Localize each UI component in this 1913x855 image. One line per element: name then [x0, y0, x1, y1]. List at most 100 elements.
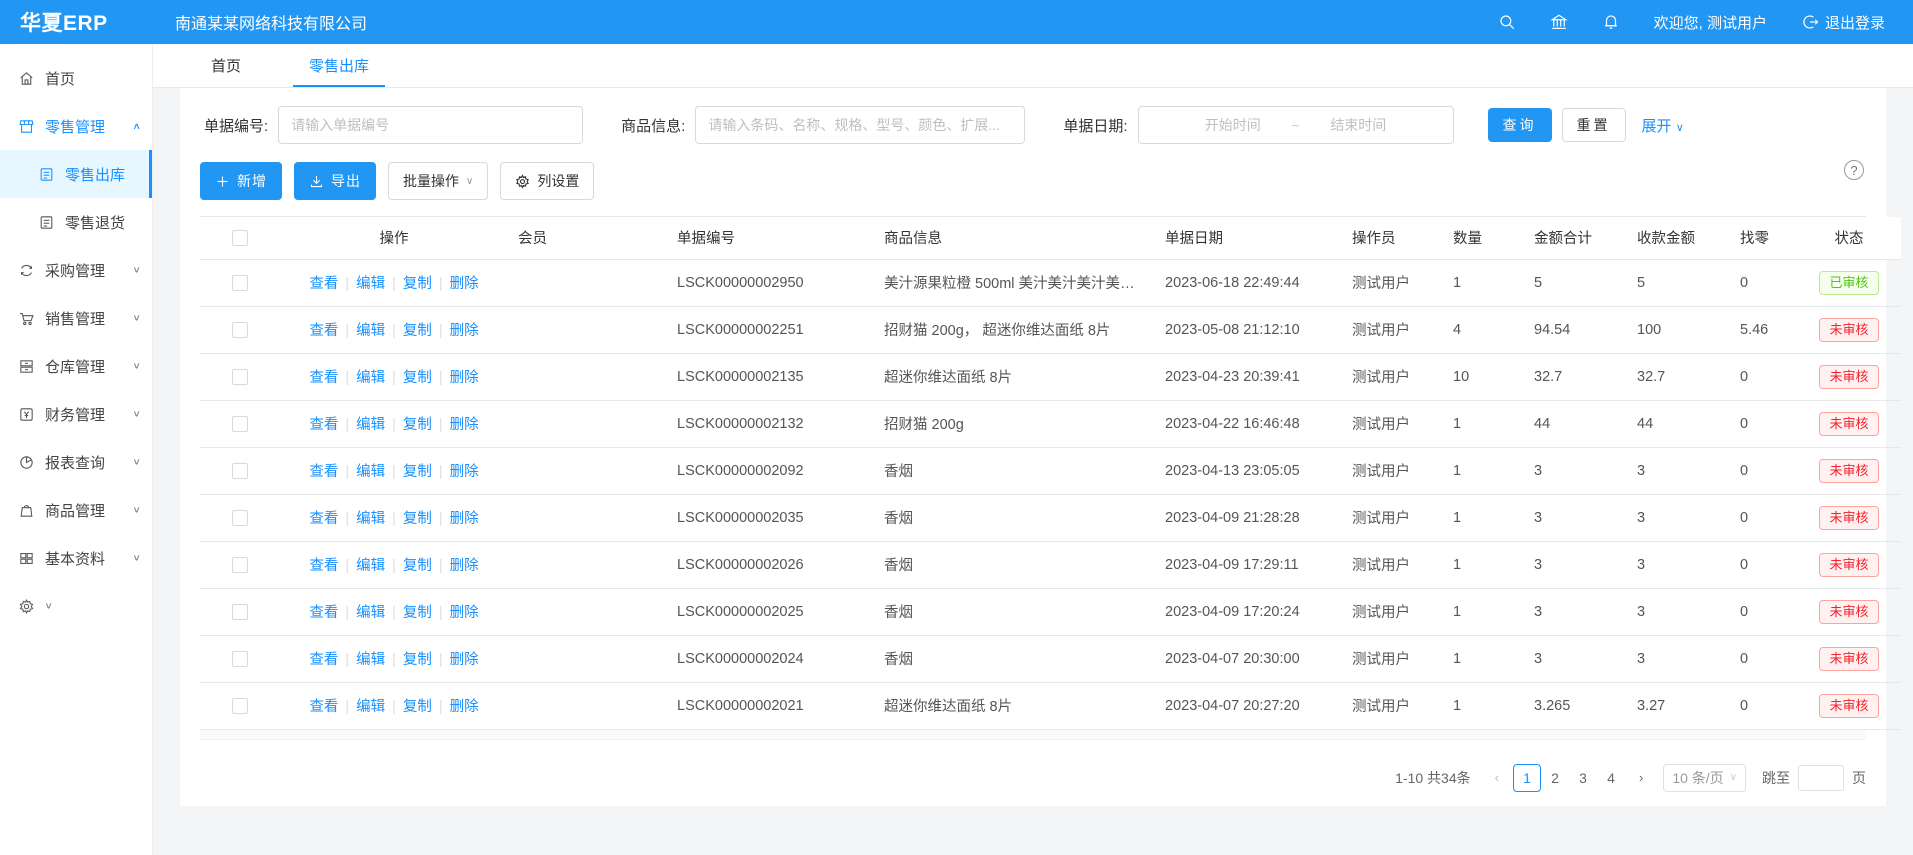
sidebar-item-6[interactable]: 仓库管理∨ — [0, 342, 152, 390]
row-action-copy[interactable]: 复制 — [403, 652, 432, 668]
row-checkbox[interactable] — [232, 651, 248, 667]
row-action-copy[interactable]: 复制 — [403, 417, 432, 433]
row-action-edit[interactable]: 编辑 — [356, 511, 385, 527]
bell-icon[interactable] — [1602, 13, 1620, 31]
row-action-delete[interactable]: 删除 — [450, 511, 479, 527]
row-action-edit[interactable]: 编辑 — [356, 323, 385, 339]
sidebar-item-1[interactable]: 零售管理∧ — [0, 102, 152, 150]
row-action-delete[interactable]: 删除 — [450, 276, 479, 292]
row-checkbox[interactable] — [232, 275, 248, 291]
jump-page-input[interactable] — [1798, 765, 1844, 791]
row-action-copy[interactable]: 复制 — [403, 605, 432, 621]
page-size-select[interactable]: 10 条/页 ∨ — [1663, 764, 1746, 792]
page-number-1[interactable]: 1 — [1513, 764, 1541, 792]
row-action-copy[interactable]: 复制 — [403, 323, 432, 339]
sidebar-item-0[interactable]: 首页 — [0, 54, 152, 102]
page-number-3[interactable]: 3 — [1569, 764, 1597, 792]
expand-link[interactable]: 展开 ∨ — [1642, 115, 1684, 136]
sidebar-item-2[interactable]: 零售出库 — [0, 150, 152, 198]
row-action-delete[interactable]: 删除 — [450, 464, 479, 480]
row-checkbox[interactable] — [232, 322, 248, 338]
action-separator: | — [345, 417, 349, 433]
row-action-edit[interactable]: 编辑 — [356, 276, 385, 292]
row-action-view[interactable]: 查看 — [309, 699, 338, 715]
product-info-input[interactable] — [695, 106, 1025, 144]
row-action-view[interactable]: 查看 — [309, 558, 338, 574]
row-checkbox[interactable] — [232, 604, 248, 620]
row-action-edit[interactable]: 编辑 — [356, 699, 385, 715]
sidebar-item-5[interactable]: 销售管理∨ — [0, 294, 152, 342]
row-action-copy[interactable]: 复制 — [403, 699, 432, 715]
search-icon[interactable] — [1498, 13, 1516, 31]
row-action-view[interactable]: 查看 — [309, 605, 338, 621]
date-end-input[interactable] — [1303, 117, 1413, 133]
row-checkbox[interactable] — [232, 416, 248, 432]
row-checkbox[interactable] — [232, 510, 248, 526]
row-action-copy[interactable]: 复制 — [403, 558, 432, 574]
sidebar-item-4[interactable]: 采购管理∨ — [0, 246, 152, 294]
column-settings-button[interactable]: 列设置 — [500, 162, 594, 200]
row-action-copy[interactable]: 复制 — [403, 276, 432, 292]
welcome-user[interactable]: 欢迎您, 测试用户 — [1654, 12, 1767, 33]
row-action-view[interactable]: 查看 — [309, 370, 338, 386]
row-action-edit[interactable]: 编辑 — [356, 464, 385, 480]
row-action-view[interactable]: 查看 — [309, 464, 338, 480]
row-action-delete[interactable]: 删除 — [450, 652, 479, 668]
cell-date: 2023-05-08 21:12:10 — [1155, 306, 1342, 353]
row-action-delete[interactable]: 删除 — [450, 558, 479, 574]
row-action-delete[interactable]: 删除 — [450, 417, 479, 433]
row-checkbox[interactable] — [232, 698, 248, 714]
row-action-delete[interactable]: 删除 — [450, 605, 479, 621]
tab-home[interactable]: 首页 — [195, 44, 257, 87]
row-action-delete[interactable]: 删除 — [450, 370, 479, 386]
row-action-edit[interactable]: 编辑 — [356, 370, 385, 386]
row-action-view[interactable]: 查看 — [309, 652, 338, 668]
cell-date: 2023-04-22 16:46:48 — [1155, 400, 1342, 447]
row-action-edit[interactable]: 编辑 — [356, 417, 385, 433]
search-button[interactable]: 查询 — [1488, 108, 1552, 142]
logout-button[interactable]: 退出登录 — [1801, 12, 1885, 33]
select-all-checkbox[interactable] — [232, 230, 248, 246]
row-action-view[interactable]: 查看 — [309, 511, 338, 527]
row-action-edit[interactable]: 编辑 — [356, 652, 385, 668]
row-action-delete[interactable]: 删除 — [450, 699, 479, 715]
prev-page-arrow[interactable]: ‹ — [1489, 770, 1505, 785]
cell-operator: 测试用户 — [1342, 447, 1443, 494]
row-action-view[interactable]: 查看 — [309, 276, 338, 292]
sidebar-item-11[interactable]: 系统管理∨ — [0, 582, 152, 630]
help-icon[interactable]: ? — [1844, 160, 1864, 180]
next-page-arrow[interactable]: › — [1633, 770, 1649, 785]
row-checkbox[interactable] — [232, 369, 248, 385]
row-action-copy[interactable]: 复制 — [403, 370, 432, 386]
tab-retail-outbound[interactable]: 零售出库 — [293, 44, 385, 87]
date-start-input[interactable] — [1178, 117, 1288, 133]
shop-icon — [18, 118, 35, 135]
bill-no-input[interactable] — [278, 106, 583, 144]
row-action-view[interactable]: 查看 — [309, 417, 338, 433]
sidebar-item-7[interactable]: 财务管理∨ — [0, 390, 152, 438]
page-number-2[interactable]: 2 — [1541, 764, 1569, 792]
table-header-row: 操作会员单据编号商品信息单据日期操作员数量金额合计收款金额找零状态 — [200, 217, 1901, 259]
row-action-view[interactable]: 查看 — [309, 323, 338, 339]
sidebar-item-3[interactable]: 零售退货 — [0, 198, 152, 246]
row-action-copy[interactable]: 复制 — [403, 464, 432, 480]
reset-button[interactable]: 重置 — [1562, 108, 1626, 142]
date-range-picker[interactable]: ~ — [1138, 106, 1454, 144]
row-checkbox[interactable] — [232, 463, 248, 479]
action-separator: | — [345, 323, 349, 339]
sidebar-item-10[interactable]: 基本资料∨ — [0, 534, 152, 582]
page-number-4[interactable]: 4 — [1597, 764, 1625, 792]
export-button[interactable]: 导出 — [294, 162, 376, 200]
column-header: 单据日期 — [1155, 217, 1342, 259]
row-checkbox[interactable] — [232, 557, 248, 573]
bank-icon[interactable] — [1550, 13, 1568, 31]
add-button[interactable]: 新增 — [200, 162, 282, 200]
row-action-copy[interactable]: 复制 — [403, 511, 432, 527]
row-action-edit[interactable]: 编辑 — [356, 558, 385, 574]
sidebar-item-9[interactable]: 商品管理∨ — [0, 486, 152, 534]
sidebar-item-8[interactable]: 报表查询∨ — [0, 438, 152, 486]
date-separator: ~ — [1292, 118, 1300, 133]
row-action-delete[interactable]: 删除 — [450, 323, 479, 339]
batch-actions-button[interactable]: 批量操作 ∨ — [388, 162, 488, 200]
row-action-edit[interactable]: 编辑 — [356, 605, 385, 621]
